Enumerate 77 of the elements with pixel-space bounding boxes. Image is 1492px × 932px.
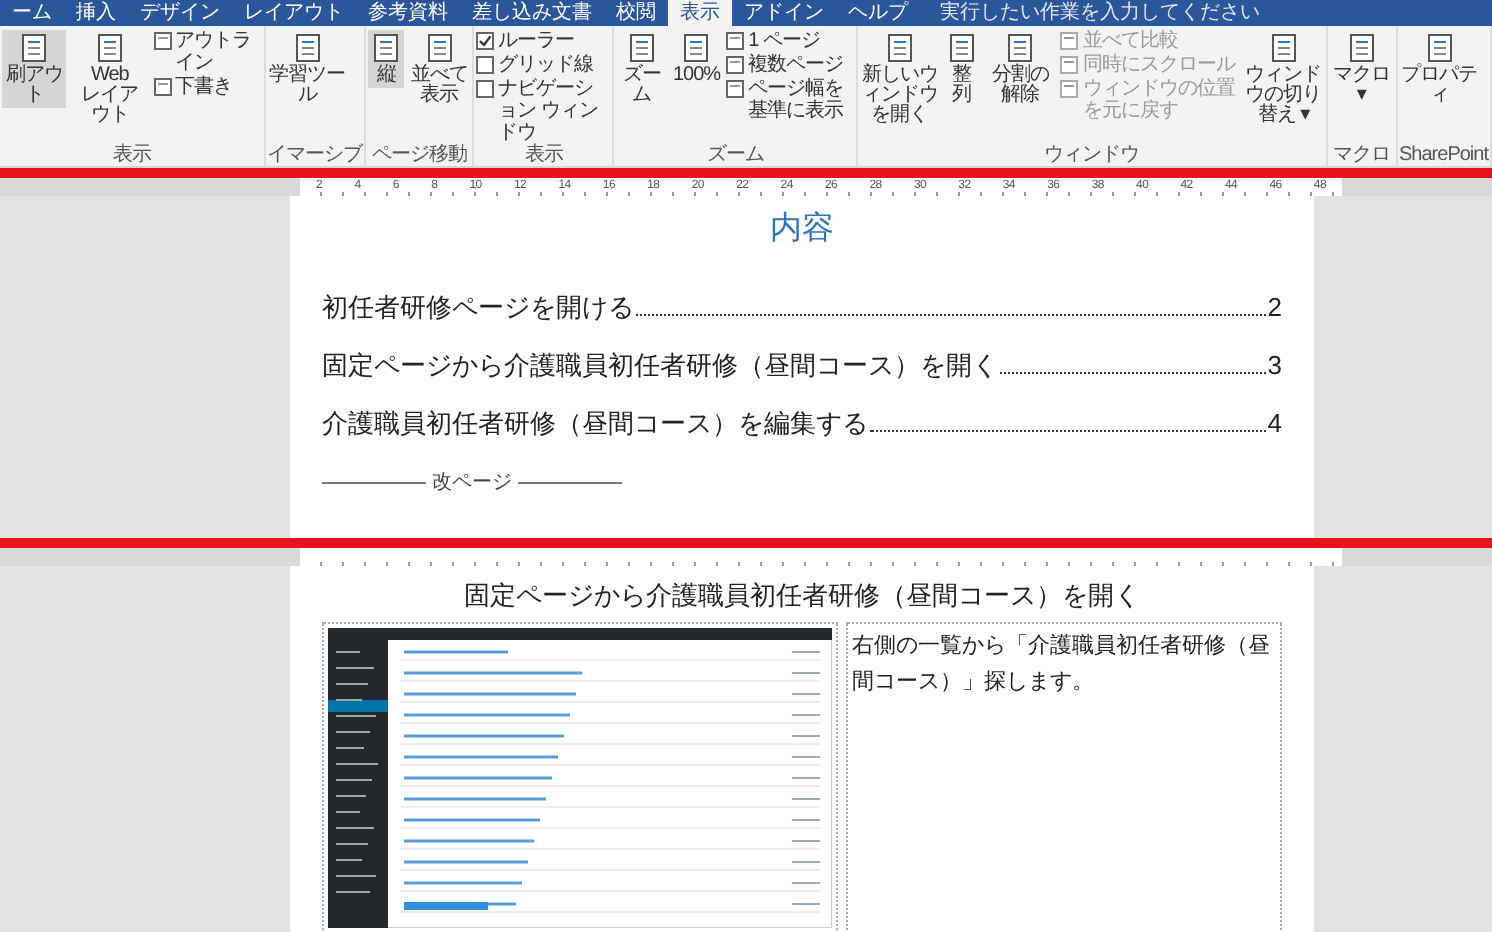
ribbon-button[interactable]: 整列 bbox=[943, 30, 980, 108]
page-icon bbox=[153, 32, 172, 50]
page-break-label: 改ページ bbox=[432, 470, 512, 496]
group-label: ウィンドウ bbox=[1042, 144, 1142, 166]
break-line bbox=[518, 481, 622, 483]
group-label: SharePoint bbox=[1399, 144, 1488, 166]
checkbox[interactable] bbox=[476, 56, 495, 74]
page-icon bbox=[1267, 32, 1300, 64]
toc-entry-title[interactable]: 介護職員初任者研修（昼間コース）を編集する bbox=[322, 406, 868, 440]
break-line bbox=[322, 481, 426, 483]
page-icon bbox=[1060, 56, 1079, 74]
ribbon-tab[interactable]: 表示 bbox=[668, 0, 732, 26]
toc-entry-title[interactable]: 固定ページから介護職員初任者研修（昼間コース）を開く bbox=[322, 348, 998, 382]
checkbox-label: ナビゲーション ウィンドウ bbox=[498, 78, 600, 144]
page-icon bbox=[680, 32, 713, 64]
section-heading: 固定ページから介護職員初任者研修（昼間コース）を開く bbox=[462, 578, 1142, 614]
ribbon-button[interactable]: マクロ ▾ bbox=[1329, 30, 1394, 108]
page-icon bbox=[153, 78, 172, 96]
page-icon bbox=[726, 32, 745, 50]
ribbon-button[interactable]: ページ幅を基準に表示 bbox=[726, 78, 854, 122]
ribbon-button[interactable]: 縦 bbox=[368, 30, 405, 88]
page-icon bbox=[726, 80, 745, 98]
ribbon-tab[interactable]: 差し込み文書 bbox=[460, 0, 604, 26]
page-icon bbox=[423, 32, 456, 64]
ribbon-tab[interactable]: デザイン bbox=[128, 0, 232, 26]
page-icon bbox=[1060, 80, 1079, 98]
ribbon-button[interactable]: 100% bbox=[671, 30, 723, 88]
ribbon-tab[interactable]: レイアウト bbox=[232, 0, 356, 26]
page-icon bbox=[1060, 32, 1079, 50]
ribbon-button[interactable]: 下書き bbox=[153, 76, 262, 98]
group-label: イマーシブ bbox=[267, 144, 363, 166]
toc-entry-title[interactable]: 初任者研修ページを開ける bbox=[322, 290, 634, 324]
page-icon bbox=[370, 32, 403, 64]
ribbon-button[interactable]: ウィンドウの切り替え ▾ bbox=[1243, 30, 1324, 128]
checkbox-label: ルーラー bbox=[498, 30, 575, 52]
group-label: ページ移動 bbox=[369, 144, 469, 166]
ribbon-tab[interactable]: ヘルプ bbox=[836, 0, 920, 26]
page-icon bbox=[945, 32, 978, 64]
page-icon bbox=[1345, 32, 1378, 64]
ribbon-tab[interactable]: 挿入 bbox=[64, 0, 128, 26]
check-icon bbox=[478, 34, 493, 48]
checkbox[interactable] bbox=[476, 32, 495, 50]
ribbon-button[interactable]: 複数ページ bbox=[726, 54, 854, 76]
group-label: 表示 bbox=[110, 144, 154, 166]
ribbon-button[interactable]: 並べて表示 bbox=[408, 30, 471, 108]
ribbon-button[interactable]: 刷アウト bbox=[2, 30, 67, 108]
ribbon-button[interactable]: プロパティ bbox=[1399, 30, 1480, 108]
ribbon-tab[interactable]: 参考資料 bbox=[356, 0, 460, 26]
page-icon bbox=[1004, 32, 1037, 64]
ribbon-button[interactable]: アウトライン bbox=[153, 30, 262, 74]
page-icon bbox=[625, 32, 658, 64]
page-icon bbox=[726, 56, 745, 74]
ribbon-button[interactable]: ズーム bbox=[616, 30, 667, 108]
ribbon-button[interactable]: 1 ページ bbox=[726, 30, 854, 52]
checkbox-label: グリッド線 bbox=[498, 54, 594, 76]
group-label: マクロ bbox=[1330, 144, 1392, 166]
checkbox[interactable] bbox=[476, 80, 495, 98]
page-icon bbox=[18, 32, 51, 64]
toc-page-number: 2 bbox=[1267, 290, 1282, 324]
ribbon-button[interactable]: 学習ツール bbox=[267, 30, 348, 108]
instruction-text: 右側の一覧から「介護職員初任者研修（昼間コース）」探します。 bbox=[852, 631, 1272, 698]
toc-page-number: 4 bbox=[1267, 406, 1282, 440]
ribbon-tab[interactable]: 校閲 bbox=[604, 0, 668, 26]
page-icon bbox=[291, 32, 324, 64]
ribbon-tab[interactable]: アドイン bbox=[732, 0, 836, 26]
ribbon-button[interactable]: Web レイアウト bbox=[70, 30, 150, 128]
tell-me-field[interactable]: 実行したい作業を入力してください bbox=[940, 0, 1260, 26]
ribbon-tab[interactable]: ーム bbox=[0, 0, 64, 26]
ribbon-button[interactable]: 分割の解除 bbox=[983, 30, 1057, 108]
page-icon bbox=[93, 32, 126, 64]
ribbon-button[interactable]: 新しいウィンドウを開く bbox=[859, 30, 940, 128]
group-label: 表示 bbox=[522, 144, 566, 166]
group-label: ズーム bbox=[704, 144, 766, 166]
toc-page-number: 3 bbox=[1267, 348, 1282, 382]
page-icon bbox=[883, 32, 916, 64]
toc-heading: 内容 bbox=[768, 209, 836, 250]
page-icon bbox=[1423, 32, 1456, 64]
